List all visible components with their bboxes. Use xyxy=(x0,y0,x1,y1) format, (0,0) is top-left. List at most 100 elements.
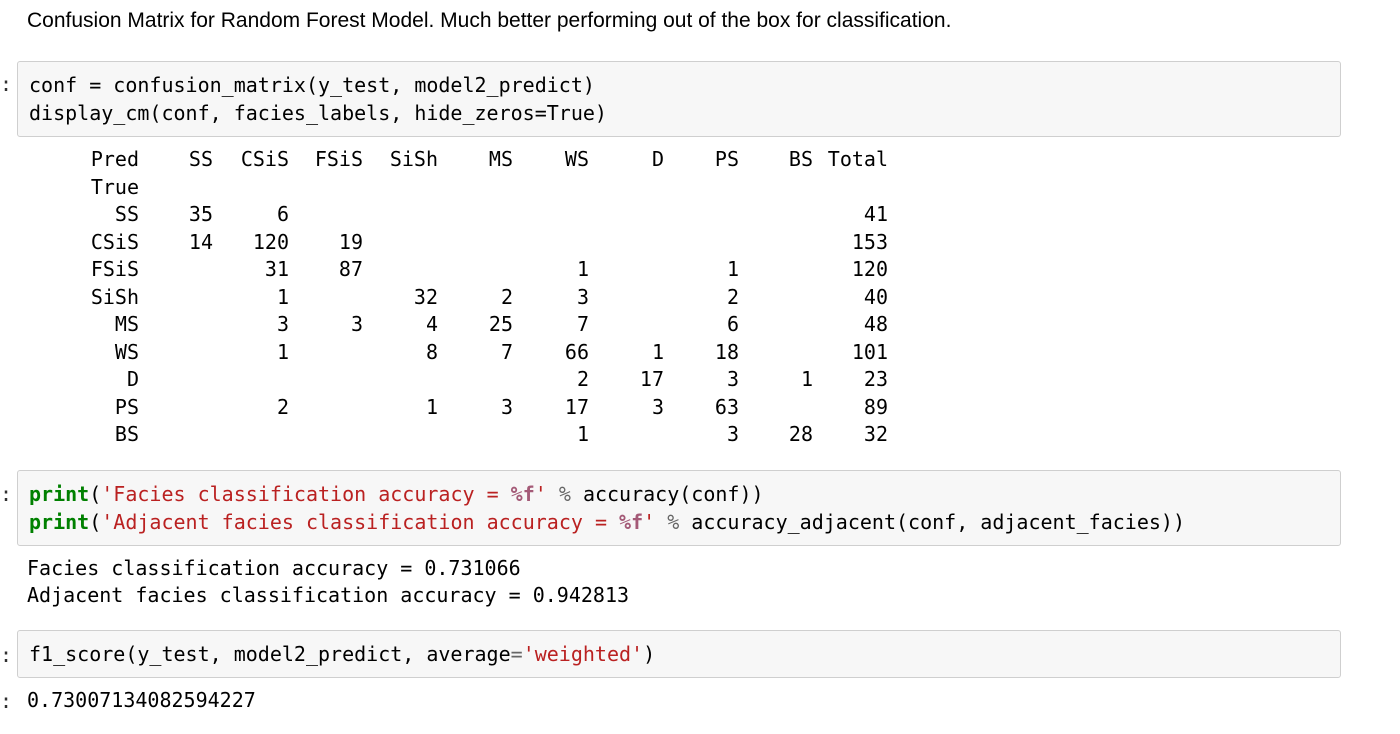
cm-cell: 17 xyxy=(639,367,664,391)
cm-cell: 8 xyxy=(425,339,438,364)
cm-row-label: CSiS xyxy=(90,229,139,254)
cm-total-cell: 41 xyxy=(863,202,888,226)
cm-column-header: FSiS xyxy=(314,147,363,171)
output-line: Facies classification accuracy = 0.73106… xyxy=(27,556,521,580)
cm-cell: 1 xyxy=(800,367,813,391)
cm-row: FSiS 31 87 1 1 120 xyxy=(0,256,960,284)
code-cell-confusion-matrix[interactable]: conf = confusion_matrix(y_test, model2_p… xyxy=(17,61,1341,137)
cm-cell: 3 xyxy=(726,367,739,391)
cm-column-header: WS xyxy=(564,147,589,171)
cm-true-label: True xyxy=(90,174,139,199)
code-cell-accuracy[interactable]: print('Facies classification accuracy = … xyxy=(17,470,1341,546)
cm-cell: 2 xyxy=(726,284,739,309)
cm-row-label: WS xyxy=(114,339,139,364)
output-prompt: : xyxy=(0,689,13,713)
cm-column-header: PS xyxy=(714,147,739,171)
cm-row-label: BS xyxy=(114,422,139,446)
code-operator: % xyxy=(546,482,583,506)
code-text: f1_score(y_test, model2_predict, average xyxy=(29,642,511,666)
output-line: Adjacent facies classification accuracy … xyxy=(27,583,630,607)
cm-cell: 1 xyxy=(651,339,664,364)
cm-column-header: SS xyxy=(188,147,213,171)
cm-total-cell: 101 xyxy=(851,339,888,364)
cm-row-label: SiSh xyxy=(90,284,139,309)
cm-cell: 63 xyxy=(714,394,739,419)
code-line: print('Facies classification accuracy = … xyxy=(29,480,764,508)
code-operator: = xyxy=(510,642,523,666)
code-line: conf = confusion_matrix(y_test, model2_p… xyxy=(29,73,595,97)
code-text: accuracy_adjacent(conf, adjacent_facies)… xyxy=(691,510,1185,534)
cell-prompt: : xyxy=(0,72,13,96)
cm-total-cell: 32 xyxy=(863,422,888,446)
cm-cell: 1 xyxy=(576,257,589,281)
code-string: 'Adjacent facies classification accuracy… xyxy=(101,510,620,534)
cm-total-cell: 120 xyxy=(851,257,888,281)
cm-cell: 35 xyxy=(188,202,213,226)
code-string: 'Facies classification accuracy = xyxy=(101,482,511,506)
cm-cell: 66 xyxy=(564,339,589,364)
cm-cell: 18 xyxy=(714,339,739,364)
code-punct: ( xyxy=(89,482,102,506)
print-keyword: print xyxy=(29,510,90,534)
confusion-matrix-output: Pred SS CSiS FSiS SiSh MS WS D PS BS Total True SS 35… xyxy=(0,146,960,456)
code-format-spec: %f xyxy=(510,482,535,506)
cm-cell: 31 xyxy=(264,257,289,281)
cm-cell: 3 xyxy=(350,312,363,336)
code-format-spec: %f xyxy=(619,510,644,534)
code-cell-f1-score[interactable]: f1_score(y_test, model2_predict, average… xyxy=(17,630,1341,678)
cm-row-label: FSiS xyxy=(90,257,139,281)
cm-cell: 7 xyxy=(500,339,513,364)
cm-cell: 1 xyxy=(726,257,739,281)
cm-cell: 28 xyxy=(788,422,813,446)
cm-column-header: CSiS xyxy=(240,147,289,171)
cm-cell: 25 xyxy=(488,312,513,336)
cm-cell: 1 xyxy=(576,422,589,446)
cm-row-label: SS xyxy=(114,202,139,226)
cell-prompt: : xyxy=(0,643,13,667)
code-line: print('Adjacent facies classification ac… xyxy=(29,508,1185,536)
code-string: 'weighted' xyxy=(522,642,644,666)
cm-cell: 19 xyxy=(338,229,363,254)
cm-total-cell: 153 xyxy=(851,229,888,254)
code-string: ' xyxy=(534,482,547,506)
code-string: ' xyxy=(643,510,656,534)
code-line: f1_score(y_test, model2_predict, average… xyxy=(29,640,655,668)
cm-row-label: D xyxy=(126,367,139,391)
f1-score-output: 0.73007134082594227 xyxy=(27,688,256,712)
cm-column-header: Total xyxy=(827,147,888,171)
cm-cell: 2 xyxy=(500,284,513,309)
cm-cell: 3 xyxy=(576,284,589,309)
cm-cell: 3 xyxy=(276,312,289,336)
cm-cell: 1 xyxy=(425,394,438,419)
cm-cell: 3 xyxy=(726,422,739,446)
cm-header-row: Pred SS CSiS FSiS SiSh MS WS D PS BS Total xyxy=(0,146,960,174)
cm-row: SS 35 6 41 xyxy=(0,201,960,229)
cm-pred-label: Pred xyxy=(90,147,139,171)
cm-column-header: MS xyxy=(488,147,513,171)
cm-row: MS 3 3 4 25 7 6 48 xyxy=(0,311,960,339)
cm-cell: 120 xyxy=(252,229,289,254)
cm-cell: 3 xyxy=(651,394,664,419)
cm-row-label: MS xyxy=(114,312,139,336)
cm-cell: 1 xyxy=(276,284,289,309)
cm-cell: 3 xyxy=(500,394,513,419)
cm-total-cell: 89 xyxy=(863,394,888,419)
cm-cell: 1 xyxy=(276,339,289,364)
cm-cell: 32 xyxy=(413,284,438,309)
code-operator: % xyxy=(655,510,692,534)
code-text: ) xyxy=(643,642,656,666)
cm-cell: 7 xyxy=(576,312,589,336)
cm-column-header: SiSh xyxy=(389,147,438,171)
cm-row: WS 1 8 7 66 1 18 101 xyxy=(0,339,960,367)
cm-row-label: PS xyxy=(114,394,139,419)
cm-cell: 2 xyxy=(276,394,289,419)
cm-cell: 6 xyxy=(276,202,289,226)
markdown-text: Confusion Matrix for Random Forest Model… xyxy=(27,9,952,32)
cm-column-header: D xyxy=(651,147,664,171)
cm-cell: 14 xyxy=(188,229,213,254)
cm-row: D 2 17 3 1 23 xyxy=(0,366,960,394)
cm-true-label-row: True xyxy=(0,174,960,202)
cm-total-cell: 40 xyxy=(863,284,888,309)
cm-total-cell: 23 xyxy=(863,367,888,391)
code-text: accuracy(conf)) xyxy=(582,482,764,506)
